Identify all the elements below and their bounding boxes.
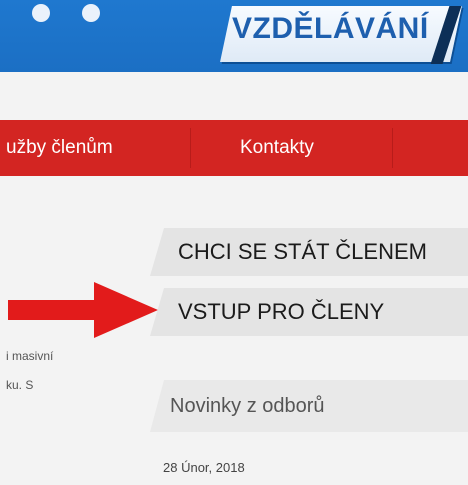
main-nav: užby členům Kontakty [0, 120, 468, 176]
article-snippet-line: i masivní [6, 349, 54, 363]
red-arrow-right-icon [8, 282, 158, 338]
header-banner: VZDĚLÁVÁNÍ [0, 0, 468, 72]
logo-text[interactable]: VZDĚLÁVÁNÍ [232, 12, 432, 46]
nav-divider [190, 128, 191, 168]
news-date: 28 Únor, 2018 [163, 460, 245, 475]
news-section-title: Novinky z odborů [150, 380, 468, 432]
decor-dot [32, 4, 50, 22]
member-login-button[interactable]: VSTUP PRO ČLENY [150, 288, 468, 336]
nav-divider [392, 128, 393, 168]
decor-dot [82, 4, 100, 22]
article-snippet-line: ku. S [6, 378, 34, 392]
join-button[interactable]: CHCI SE STÁT ČLENEM [150, 228, 468, 276]
nav-item-contacts[interactable]: Kontakty [240, 137, 314, 159]
nav-item-member-services[interactable]: užby členům [6, 137, 113, 159]
